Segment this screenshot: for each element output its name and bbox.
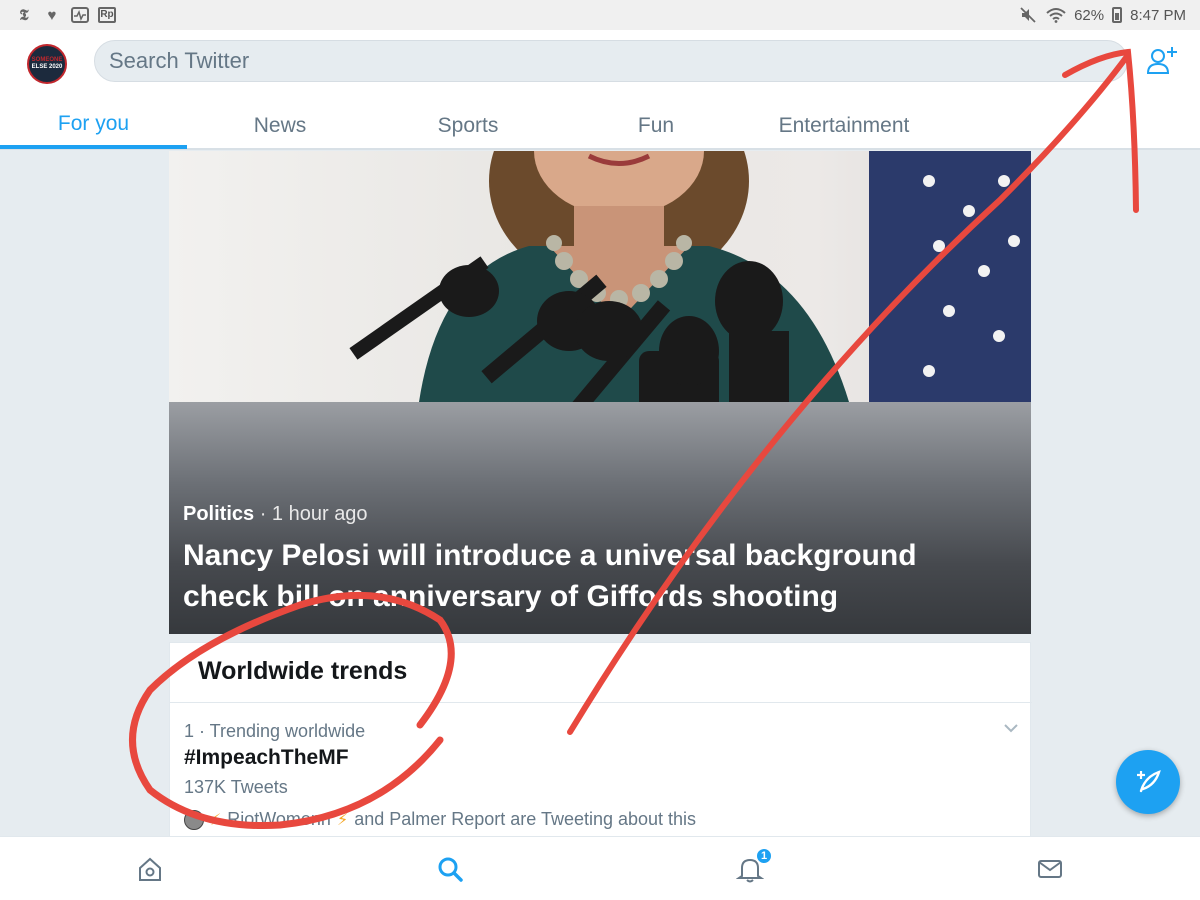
compose-tweet-button[interactable]: [1116, 750, 1180, 814]
trend-hashtag: #ImpeachTheMF: [184, 746, 349, 769]
story-meta: Politics · 1 hour ago: [183, 503, 368, 526]
tab-for-you[interactable]: For you: [0, 103, 187, 149]
trend-tweet-count: 137K Tweets: [184, 777, 288, 797]
clock: 8:47 PM: [1130, 6, 1186, 24]
add-user-icon[interactable]: [1145, 44, 1179, 78]
battery-percent: 62%: [1074, 6, 1105, 24]
avatar-text-line1: SOMEONE: [31, 57, 63, 63]
notification-badge: 1: [755, 847, 773, 865]
search-icon[interactable]: [434, 853, 466, 885]
story-meta-separator: ·: [254, 503, 272, 525]
explore-tabs: For you News Sports Fun Entertainment: [0, 103, 1200, 149]
battery-icon: [1112, 7, 1123, 23]
search-input[interactable]: [94, 40, 1128, 82]
tab-news[interactable]: News: [200, 103, 360, 149]
avatar-text-line2: ELSE 2020: [31, 64, 63, 70]
heart-icon: ♥: [47, 6, 57, 24]
story-category: Politics: [183, 503, 255, 525]
lightning-icon: ⚡: [210, 811, 222, 829]
story-headline: Nancy Pelosi will introduce a universal …: [183, 539, 917, 613]
story-photo: [169, 151, 1031, 402]
status-left-icons: 𝕿 ♥ Rp: [14, 5, 116, 25]
story-time: 1 hour ago: [271, 503, 368, 525]
tab-entertainment[interactable]: Entertainment: [754, 103, 934, 149]
tweeter-name[interactable]: RiotWomenn: [227, 809, 331, 830]
trends-heading: Worldwide trends: [198, 657, 408, 685]
app-header: SOMEONE ELSE 2020 For you News Sports Fu…: [0, 30, 1200, 150]
chevron-down-icon[interactable]: [1002, 721, 1020, 735]
wifi-icon: [1046, 5, 1066, 25]
status-bar: 𝕿 ♥ Rp 62% 8:47 PM: [0, 0, 1200, 30]
twitter-explore-screen: 𝕿 ♥ Rp 62% 8:47 PM SOMEONE ELSE 2020 Sea…: [0, 0, 1200, 900]
mute-icon: [1018, 5, 1038, 25]
trend-rank: 1 · Trending worldwide: [184, 721, 366, 741]
pulse-icon: [70, 5, 90, 25]
trends-divider: [170, 702, 1032, 703]
tweeting-about-text: and Palmer Report are Tweeting about thi…: [354, 809, 697, 829]
featured-story-card[interactable]: Politics · 1 hour ago Nancy Pelosi will …: [169, 151, 1031, 634]
rp-icon: Rp: [98, 7, 116, 23]
messages-icon[interactable]: [1034, 853, 1066, 885]
home-icon[interactable]: [134, 853, 166, 885]
trend-tweeters: ⚡ RiotWomenn ⚡ and Palmer Report are Twe…: [184, 809, 696, 830]
profile-avatar[interactable]: SOMEONE ELSE 2020: [27, 44, 67, 84]
tab-sports[interactable]: Sports: [388, 103, 548, 149]
worldwide-trends-card: Worldwide trends 1 · Trending worldwide …: [169, 642, 1032, 836]
tab-fun[interactable]: Fun: [576, 103, 736, 149]
lightning-icon: ⚡: [336, 811, 349, 829]
compose-feather-icon: [1137, 770, 1161, 793]
tweeter-avatar: [184, 809, 204, 830]
status-right-icons: 62% 8:47 PM: [1018, 5, 1186, 25]
bottom-navigation: 1: [0, 836, 1200, 900]
nyt-icon: 𝕿: [19, 6, 29, 24]
